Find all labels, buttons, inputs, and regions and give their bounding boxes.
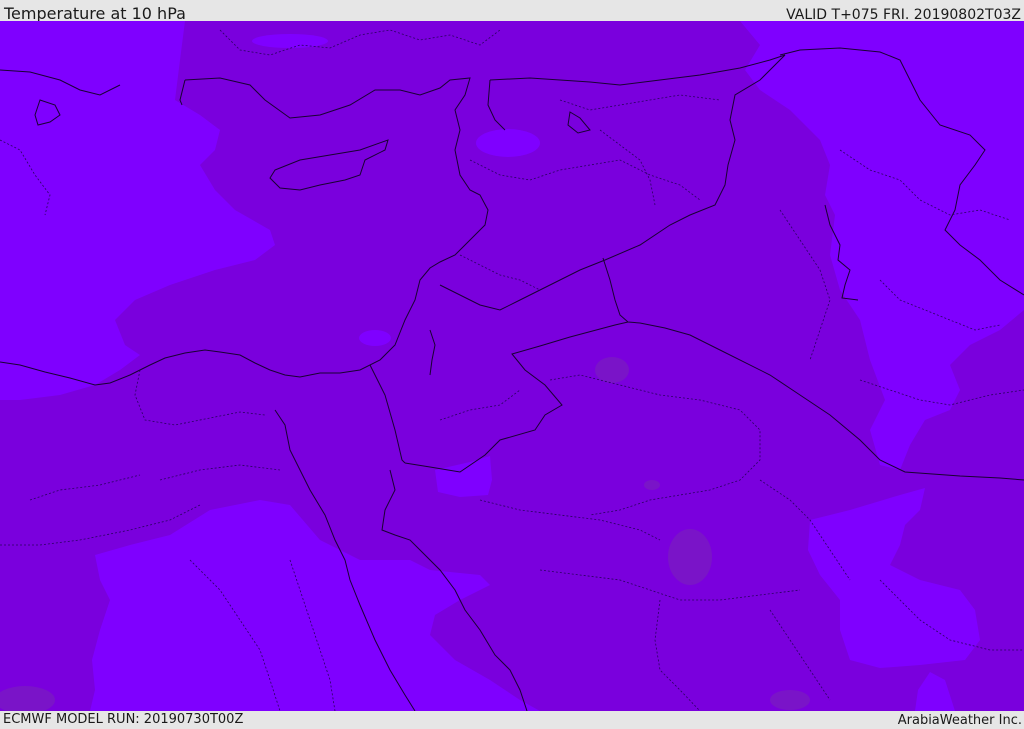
light-zone-lake-blob [476,129,540,157]
warm-spot-4 [770,690,810,710]
warm-spot-1 [595,357,629,383]
model-run-label: ECMWF MODEL RUN: 20190730T00Z [3,712,244,727]
footer-bar: ECMWF MODEL RUN: 20190730T00Z ArabiaWeat… [0,711,1024,729]
light-zone-north-blob [252,34,328,48]
credit-label: ArabiaWeather Inc. [897,713,1022,728]
light-zone-coast-blob [359,330,391,346]
warm-spot-2 [668,529,712,585]
header-bar: Temperature at 10 hPa VALID T+075 FRI. 2… [0,0,1024,23]
map-canvas [0,21,1024,711]
temperature-map[interactable] [0,21,1024,711]
warm-spot-3 [644,480,660,490]
